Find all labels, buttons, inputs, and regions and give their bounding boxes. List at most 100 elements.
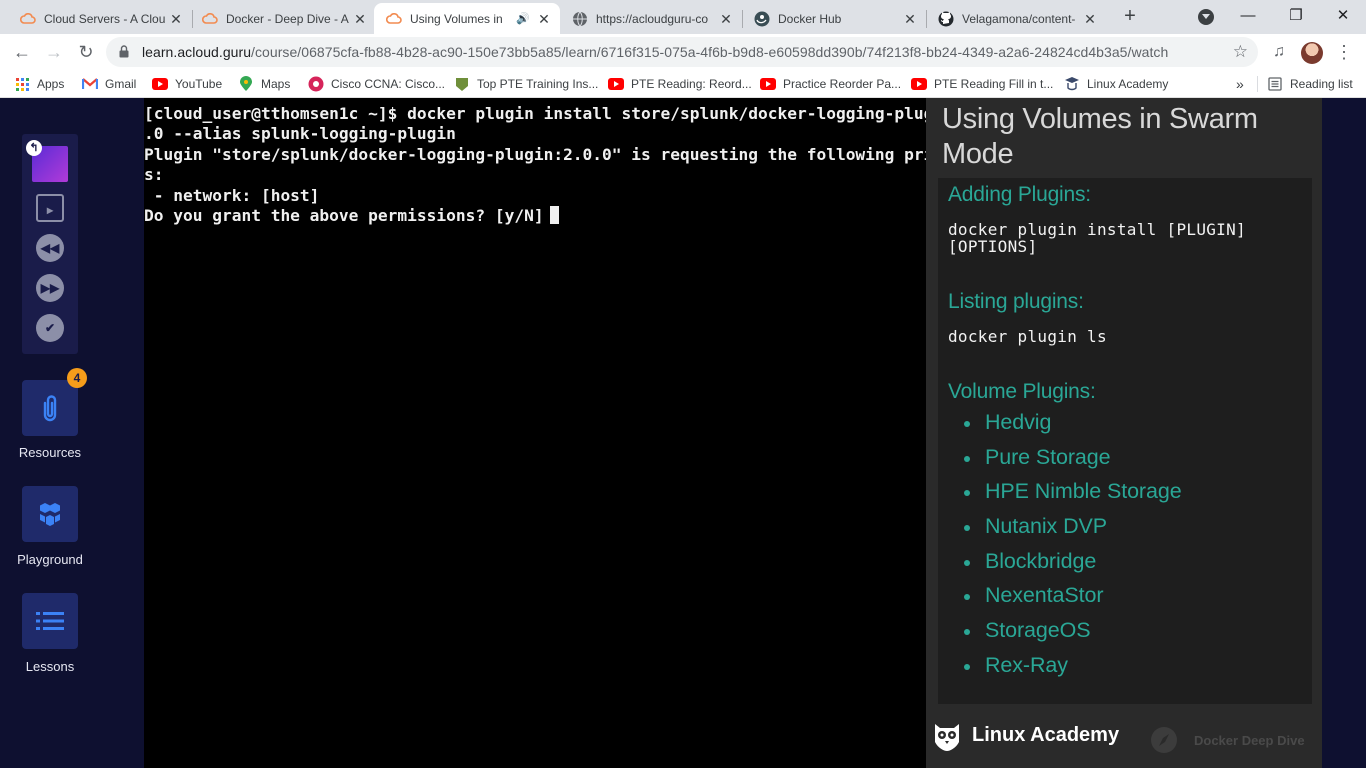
adding-plugins-heading: Adding Plugins: xyxy=(948,183,1091,206)
fast-forward-icon[interactable]: ▶▶ xyxy=(36,274,64,302)
bookmark-pte-training[interactable]: Top PTE Training Ins... xyxy=(454,76,598,92)
profile-avatar[interactable] xyxy=(1301,42,1323,64)
close-tab-icon[interactable]: ✕ xyxy=(718,11,734,27)
bookmark-star-icon[interactable]: ☆ xyxy=(1233,42,1248,62)
terminal-line: [cloud_user@tthomsen1c ~]$ docker plugin… xyxy=(144,104,992,123)
rewind-icon[interactable]: ◀◀ xyxy=(36,234,64,262)
left-nav: ↰ ▸ ◀◀ ▶▶ ✔ 4 Resources Playground Lesso… xyxy=(0,98,144,768)
lessons-button[interactable] xyxy=(22,593,78,649)
globe-icon xyxy=(572,11,588,27)
address-bar[interactable]: learn.acloud.guru/course/06875cfa-fb88-4… xyxy=(106,37,1258,67)
close-window-icon[interactable]: ✕ xyxy=(1331,4,1355,28)
tab-docker-deep-dive[interactable]: Docker - Deep Dive - A ✕ xyxy=(190,3,376,34)
acloudguru-cloud-icon xyxy=(20,11,36,27)
apps-grid-icon xyxy=(14,76,30,92)
docker-hub-icon xyxy=(754,11,770,27)
menu-kebab-icon[interactable]: ⋮ xyxy=(1335,43,1353,61)
back-arrow-icon[interactable]: ↰ xyxy=(26,140,42,156)
slide-title: Using Volumes in Swarm Mode xyxy=(942,103,1258,170)
list-item: Pure Storage xyxy=(962,445,1182,480)
bookmark-label: Cisco CCNA: Cisco... xyxy=(331,77,446,91)
youtube-icon xyxy=(152,76,168,92)
lessons-label: Lessons xyxy=(25,659,75,674)
bookmarks-overflow-button[interactable]: » xyxy=(1236,76,1244,92)
url-text[interactable]: learn.acloud.guru/course/06875cfa-fb88-4… xyxy=(142,44,1168,60)
minimize-icon[interactable]: — xyxy=(1236,4,1260,28)
list-item: Nutanix DVP xyxy=(962,514,1182,549)
bookmark-pte-reading-reorder[interactable]: PTE Reading: Reord... xyxy=(608,76,752,92)
bookmark-linux-academy[interactable]: Linux Academy xyxy=(1064,76,1168,92)
course-thumbnail[interactable]: ↰ xyxy=(26,140,68,182)
plugin-name: Blockbridge xyxy=(985,548,1097,573)
adding-plugins-code-line: docker plugin install [PLUGIN] xyxy=(948,220,1246,239)
bullet-icon xyxy=(964,490,970,497)
tab-using-volumes[interactable]: Using Volumes in 🔊 ✕ xyxy=(374,3,560,34)
tab-github[interactable]: Velagamona/content- ✕ xyxy=(926,3,1106,34)
close-tab-icon[interactable]: ✕ xyxy=(902,11,918,27)
course-player-page: ↰ ▸ ◀◀ ▶▶ ✔ 4 Resources Playground Lesso… xyxy=(0,98,1366,768)
terminal-line: .0 --alias splunk-logging-plugin xyxy=(144,124,456,144)
close-tab-icon[interactable]: ✕ xyxy=(168,11,184,27)
overflow-chevron-icon: » xyxy=(1236,76,1244,92)
close-tab-icon[interactable]: ✕ xyxy=(1082,11,1098,27)
terminal-line: s: xyxy=(144,165,164,185)
list-item: Hedvig xyxy=(962,410,1182,445)
mark-complete-icon[interactable]: ✔ xyxy=(36,314,64,342)
terminal-video-frame[interactable]: [cloud_user@tthomsen1c ~]$ docker plugin… xyxy=(144,98,992,768)
close-tab-icon[interactable]: ✕ xyxy=(352,11,368,27)
paperclip-icon xyxy=(43,395,57,422)
lock-icon[interactable] xyxy=(119,45,129,58)
list-icon xyxy=(36,612,64,630)
listing-plugins-heading: Listing plugins: xyxy=(948,290,1084,313)
restore-icon[interactable]: ❐ xyxy=(1284,4,1308,28)
bookmark-apps[interactable]: Apps xyxy=(14,76,64,92)
tab-docker-hub[interactable]: Docker Hub ✕ xyxy=(742,3,926,34)
playground-label: Playground xyxy=(17,552,83,567)
bookmarks-bar: Apps Gmail YouTube Maps Cisco CCNA: Cisc… xyxy=(0,70,1366,98)
playground-button[interactable] xyxy=(22,486,78,542)
bookmark-practice-reorder[interactable]: Practice Reorder Pa... xyxy=(760,76,901,92)
docker-deep-dive-logo: Docker Deep Dive xyxy=(1150,726,1305,754)
speaker-icon[interactable]: 🔊 xyxy=(516,12,530,25)
tab-acloudguru-url[interactable]: https://acloudguru-co ✕ xyxy=(560,3,742,34)
bookmark-youtube[interactable]: YouTube xyxy=(152,76,222,92)
bullet-icon xyxy=(964,455,970,462)
reading-list-button[interactable]: Reading list xyxy=(1267,76,1353,92)
maps-icon xyxy=(238,76,254,92)
new-tab-button[interactable]: + xyxy=(1118,5,1142,29)
url-path: /course/06875cfa-fb88-4b28-ac90-150e73bb… xyxy=(251,44,1169,60)
tab-search-icon[interactable] xyxy=(1198,9,1214,25)
bullet-icon xyxy=(964,421,970,427)
youtube-icon xyxy=(760,76,776,92)
bookmark-pte-reading-fill[interactable]: PTE Reading Fill in t... xyxy=(911,76,1053,92)
forward-icon[interactable]: → xyxy=(42,40,66,64)
list-item: Blockbridge xyxy=(962,549,1182,584)
youtube-icon xyxy=(911,76,927,92)
resources-button[interactable] xyxy=(22,380,78,436)
tab-title: Docker - Deep Dive - A xyxy=(226,11,349,26)
compass-icon xyxy=(1151,727,1177,753)
plugin-name: Nutanix DVP xyxy=(985,514,1107,539)
browser-toolbar: ← → ↻ learn.acloud.guru/course/06875cfa-… xyxy=(0,34,1366,70)
tab-cloud-servers[interactable]: Cloud Servers - A Clou ✕ xyxy=(8,3,192,34)
reading-list-label: Reading list xyxy=(1290,77,1353,91)
url-host: learn.acloud.guru xyxy=(142,44,252,60)
bookmark-maps[interactable]: Maps xyxy=(238,76,290,92)
pte-icon xyxy=(454,76,470,92)
tab-title: Velagamona/content- xyxy=(962,11,1076,26)
back-icon[interactable]: ← xyxy=(10,40,34,64)
bookmark-label: Gmail xyxy=(105,77,137,91)
bookmark-cisco[interactable]: Cisco CCNA: Cisco... xyxy=(308,76,445,92)
bookmark-gmail[interactable]: Gmail xyxy=(82,76,136,92)
toggle-sidebar-icon[interactable]: ▸ xyxy=(36,194,64,222)
plugin-name: HPE Nimble Storage xyxy=(985,479,1182,504)
list-item: StorageOS xyxy=(962,618,1182,653)
plugin-name: StorageOS xyxy=(985,618,1091,643)
course-name: Docker Deep Dive xyxy=(1194,732,1305,748)
reload-icon[interactable]: ↻ xyxy=(74,40,98,64)
media-controls-icon[interactable]: ♫ xyxy=(1270,43,1288,61)
adding-plugins-code-line: [OPTIONS] xyxy=(948,237,1038,256)
list-item: NexentaStor xyxy=(962,583,1182,618)
bullet-icon xyxy=(964,629,970,636)
close-tab-icon[interactable]: ✕ xyxy=(536,11,552,27)
